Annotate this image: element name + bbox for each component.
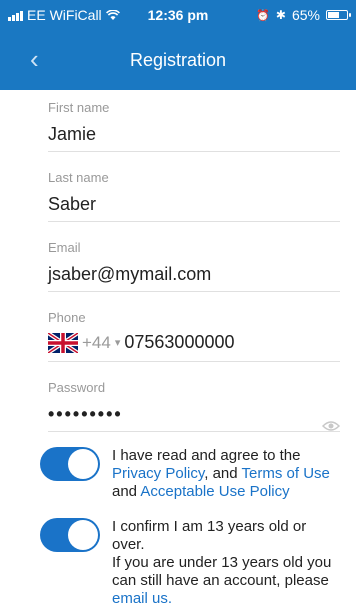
terms-text-sep2: and [112,483,141,500]
terms-text-intro: I have read and agree to the [112,447,301,464]
password-value[interactable]: ••••••••• [48,404,340,425]
first-name-field[interactable]: First name Jamie [48,100,340,152]
age-confirm-text: I confirm I am 13 years old or over. [112,518,307,553]
age-confirm-row: I confirm I am 13 years old or over. If … [40,518,340,608]
terms-of-use-link[interactable]: Terms of Use [242,465,330,482]
phone-row: +44 ▾ 07563000000 [48,332,340,353]
country-code[interactable]: +44 [82,333,111,353]
last-name-field[interactable]: Last name Saber [48,170,340,222]
nav-bar: ‹ Registration [0,40,356,80]
toggle-knob [68,449,98,479]
privacy-policy-link[interactable]: Privacy Policy [112,465,204,482]
battery-percent: 65% [291,7,320,23]
first-name-value[interactable]: Jamie [48,124,340,145]
status-bar: EE WiFiCall 12:36 pm ⏰ ✱ 65% [0,0,356,30]
email-us-period: . [167,590,173,607]
page-title: Registration [129,50,227,70]
uk-flag-icon[interactable] [48,332,78,353]
phone-label: Phone [48,310,86,325]
terms-text: I have read and agree to the Privacy Pol… [112,447,340,501]
bluetooth-icon: ✱ [275,8,286,22]
first-name-label: First name [48,100,110,115]
last-name-value[interactable]: Saber [48,194,340,215]
eye-icon[interactable] [322,420,340,432]
password-label: Password [48,380,106,395]
email-us-link[interactable]: email us [112,590,168,607]
password-field[interactable]: Password ••••••••• [48,380,340,432]
email-field[interactable]: Email jsaber@mymail.com [48,240,340,292]
alarm-icon: ⏰ [256,9,270,22]
under13-message: If you are under 13 years old you can st… [112,554,332,589]
caret-down-icon[interactable]: ▾ [115,336,121,349]
terms-agreement-row: I have read and agree to the Privacy Pol… [40,447,340,501]
phone-field[interactable]: Phone +44 ▾ 07563000000 [48,310,340,362]
terms-text-sep1: , and [204,465,242,482]
battery-icon [326,10,351,20]
acceptable-use-link[interactable]: Acceptable Use Policy [140,483,289,500]
phone-number-value[interactable]: 07563000000 [124,332,234,353]
email-label: Email [48,240,81,255]
email-value[interactable]: jsaber@mymail.com [48,264,340,285]
age-text: I confirm I am 13 years old or over. If … [112,518,340,608]
age-under13-text: If you are under 13 years old you can st… [112,554,340,608]
age-toggle[interactable] [40,518,100,552]
last-name-label: Last name [48,170,109,185]
header-bar: EE WiFiCall 12:36 pm ⏰ ✱ 65% ‹ Registrat… [0,0,356,90]
battery-info: ⏰ ✱ 65% [256,7,351,23]
terms-toggle[interactable] [40,447,100,481]
toggle-knob [68,520,98,550]
